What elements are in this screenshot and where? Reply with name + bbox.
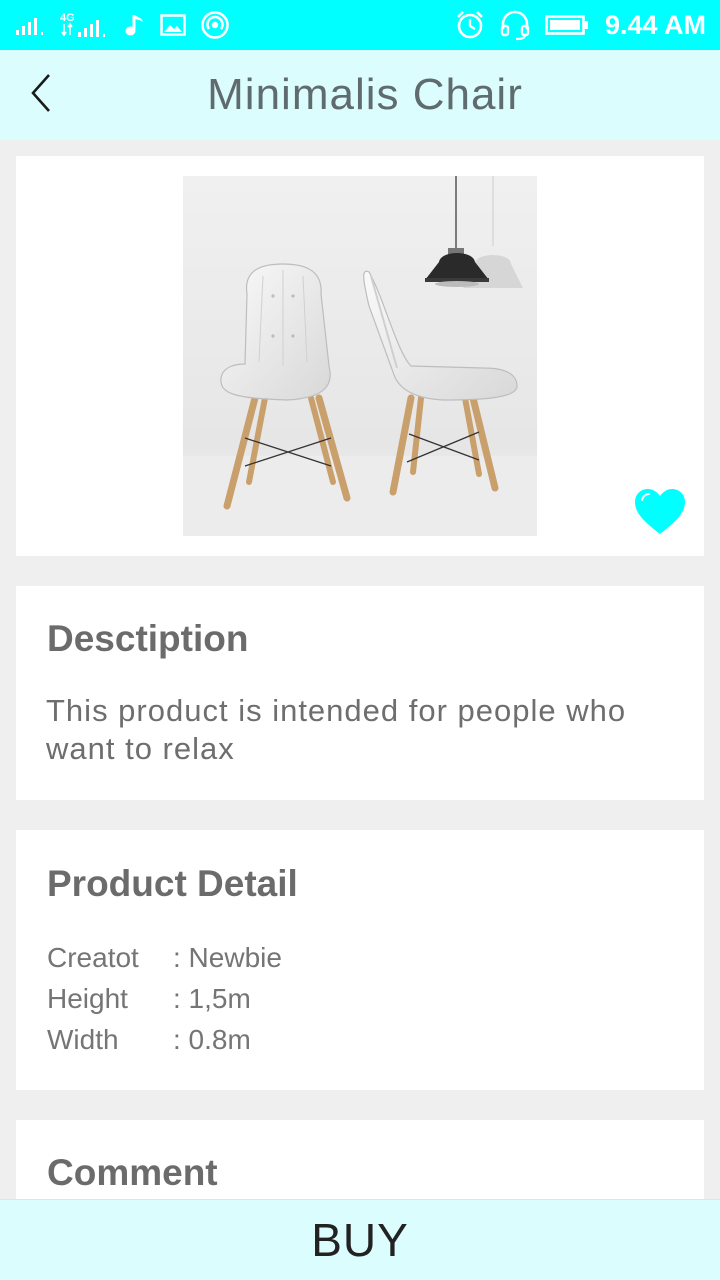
music-note-icon — [124, 12, 146, 38]
signal-icon — [16, 14, 46, 36]
page-title: Minimalis Chair — [207, 70, 523, 119]
battery-icon — [545, 13, 589, 37]
detail-row-height: Height : 1,5m — [47, 978, 282, 1019]
description-card: Desctiption This product is intended for… — [16, 586, 704, 800]
comment-title: Comment — [47, 1152, 218, 1193]
description-line: This product is intended for people who — [46, 693, 627, 728]
detail-label: Creatot — [47, 941, 139, 973]
detail-label: Width — [47, 1023, 119, 1055]
product-image-card — [16, 156, 704, 556]
app-header: Minimalis Chair — [0, 50, 720, 140]
buy-button[interactable]: BUY — [0, 1199, 720, 1280]
alarm-icon — [455, 10, 485, 40]
svg-text:4G: 4G — [60, 12, 75, 24]
heart-icon — [632, 489, 688, 542]
detail-row-width: Width : 0.8m — [47, 1019, 282, 1060]
signal-4g-icon: 4G — [60, 10, 110, 40]
product-detail-title: Product Detail — [47, 863, 298, 904]
clock: 9.44 AM — [604, 9, 706, 40]
detail-value: : 0.8m — [173, 1023, 251, 1055]
favorite-button[interactable] — [632, 486, 688, 538]
status-icons-right: 9.44 AM — [455, 9, 706, 41]
product-image — [183, 176, 537, 536]
detail-list: Creatot : Newbie Height : 1,5m Width : 0… — [47, 937, 282, 1060]
description-text: This product is intended for people who … — [46, 692, 666, 768]
detail-label: Height — [47, 982, 128, 1014]
product-detail-card: Product Detail Creatot : Newbie Height :… — [16, 830, 704, 1090]
description-title: Desctiption — [47, 618, 249, 659]
hotspot-icon — [200, 10, 230, 40]
headset-icon — [499, 9, 531, 41]
detail-value: : Newbie — [173, 941, 282, 973]
detail-value: : 1,5m — [173, 982, 251, 1014]
status-icons-left: 4G — [16, 10, 230, 40]
buy-label: BUY — [311, 1214, 409, 1266]
status-bar: 4G 9.44 AM — [0, 0, 720, 50]
detail-row-creator: Creatot : Newbie — [47, 937, 282, 978]
image-icon — [160, 13, 186, 37]
description-line: want to relax — [46, 731, 235, 766]
